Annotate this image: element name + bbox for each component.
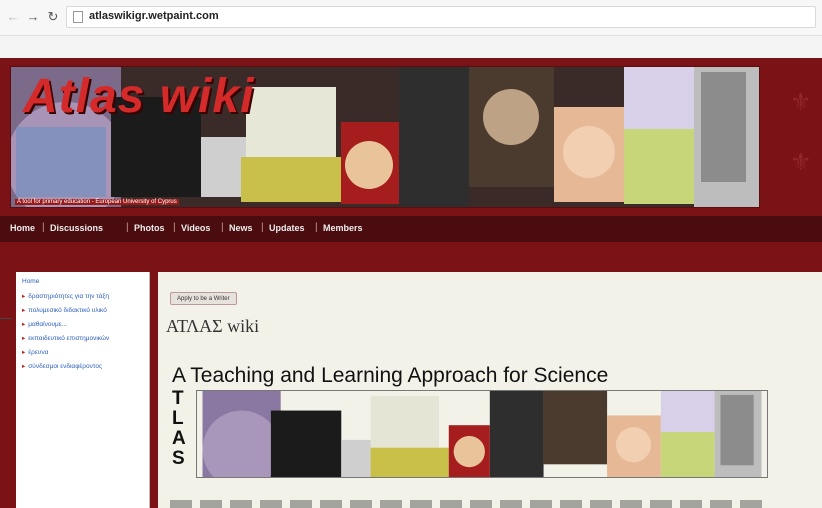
nav-separator: | bbox=[173, 222, 176, 233]
nav-photos[interactable]: Photos bbox=[134, 223, 165, 233]
browser-toolbar: ← → ↻ atlaswikigr.wetpaint.com bbox=[0, 0, 822, 36]
nav-videos[interactable]: Videos bbox=[181, 223, 210, 233]
sidebar-item-label: μαθαίνουμε... bbox=[28, 321, 68, 328]
sidebar-item[interactable]: ▸ εκπαιδευτικό επιστημονικών bbox=[22, 334, 109, 342]
sidebar-item-label: πολυμεσικό διδακτικό υλικό bbox=[28, 307, 107, 314]
sidebar-item-label: σύνδεσμοι ενδιαφέροντος bbox=[28, 363, 103, 370]
sidebar-item-label: εκπαιδευτικό επιστημονικών bbox=[28, 335, 110, 342]
sidebar-item-label: δραστηριότητες για την τάξη bbox=[28, 293, 110, 300]
sidebar-item[interactable]: ▸ δραστηριότητες για την τάξη bbox=[22, 292, 109, 300]
nav-members[interactable]: Members bbox=[323, 223, 363, 233]
nav-separator: | bbox=[261, 222, 264, 233]
back-arrow-icon[interactable]: ← bbox=[6, 10, 20, 24]
divider bbox=[0, 318, 12, 319]
page-icon bbox=[73, 11, 83, 23]
nav-separator: | bbox=[315, 222, 318, 233]
tagline: A Teaching and Learning Approach for Sci… bbox=[172, 364, 609, 387]
bullet-icon: ▸ bbox=[22, 349, 26, 356]
reload-icon[interactable]: ↻ bbox=[46, 10, 60, 24]
sidebar-item[interactable]: ▸ μαθαίνουμε... bbox=[22, 320, 67, 328]
sidebar-edge bbox=[12, 272, 14, 508]
nav-separator: | bbox=[126, 222, 129, 233]
sidebar-item[interactable]: ▸ έρευνα bbox=[22, 348, 48, 356]
fleur-de-lis-icon: ⚜ bbox=[790, 149, 812, 176]
fleur-de-lis-icon: ⚜ bbox=[790, 89, 812, 116]
forward-arrow-icon[interactable]: → bbox=[26, 10, 40, 24]
acronym-letter: S bbox=[172, 448, 185, 469]
nav-separator: | bbox=[42, 222, 45, 233]
acronym-letter: T bbox=[172, 388, 184, 409]
main-content: Apply to be a Writer ΑΤΛΑΣ wiki A Teachi… bbox=[158, 272, 822, 508]
address-bar[interactable]: atlaswikigr.wetpaint.com bbox=[66, 6, 816, 28]
sidebar: Home ▸ δραστηριότητες για την τάξη ▸ πολυμ… bbox=[16, 272, 150, 508]
nav-updates[interactable]: Updates bbox=[269, 223, 305, 233]
sidebar-item-label: Home bbox=[22, 278, 40, 285]
decorative-band bbox=[0, 242, 822, 272]
sidebar-item-home[interactable]: Home bbox=[22, 278, 39, 285]
nav-news[interactable]: News bbox=[229, 223, 253, 233]
banner-title: Atlas wiki bbox=[23, 70, 255, 123]
sidebar-item[interactable]: ▸ πολυμεσικό διδακτικό υλικό bbox=[22, 306, 107, 314]
acronym-letter: L bbox=[172, 408, 184, 429]
atlas-collage-image bbox=[196, 390, 768, 478]
url-text: atlaswikigr.wetpaint.com bbox=[89, 10, 219, 22]
bullet-icon: ▸ bbox=[22, 335, 26, 342]
banner-caption: A tool for primary education - European … bbox=[15, 199, 179, 205]
nav-separator: | bbox=[221, 222, 224, 233]
site-nav: Home | Discussions | Photos | Videos | N… bbox=[0, 216, 822, 242]
sidebar-item[interactable]: ▸ σύνδεσμοι ενδιαφέροντος bbox=[22, 362, 102, 370]
apply-writer-button[interactable]: Apply to be a Writer bbox=[170, 292, 237, 305]
page-title: ΑΤΛΑΣ wiki bbox=[166, 316, 260, 336]
site-banner[interactable]: Atlas wiki A tool for primary education … bbox=[10, 66, 760, 208]
bullet-icon: ▸ bbox=[22, 363, 26, 370]
acronym-letter: A bbox=[172, 428, 186, 449]
sidebar-item-label: έρευνα bbox=[28, 349, 49, 356]
cut-off-text bbox=[170, 500, 770, 508]
bullet-icon: ▸ bbox=[22, 307, 26, 314]
nav-home[interactable]: Home bbox=[10, 223, 35, 233]
bullet-icon: ▸ bbox=[22, 293, 26, 300]
bookmarks-strip bbox=[0, 36, 822, 58]
bullet-icon: ▸ bbox=[22, 321, 26, 328]
nav-discussions[interactable]: Discussions bbox=[50, 223, 103, 233]
